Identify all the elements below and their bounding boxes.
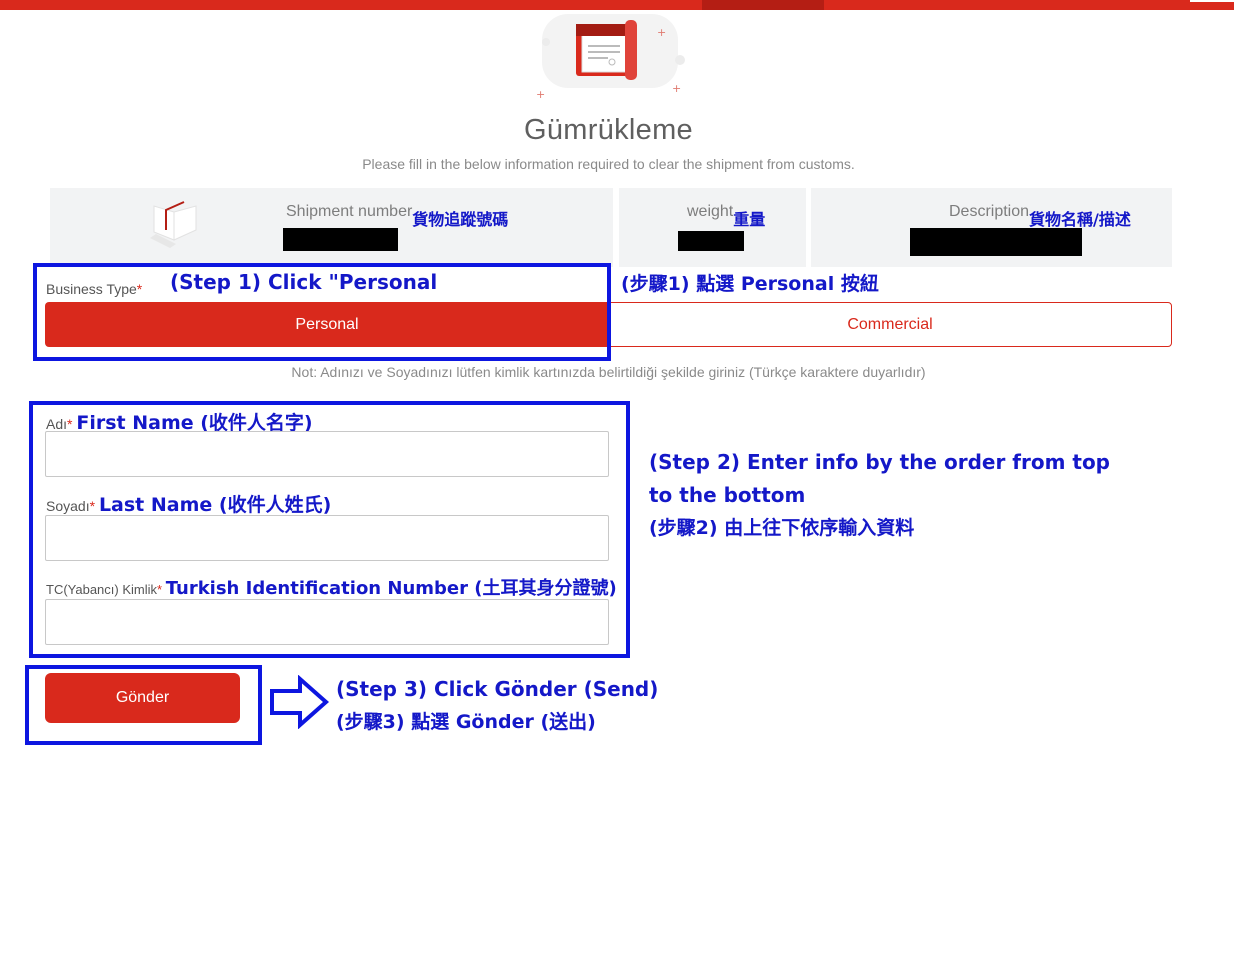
step2-annotation-line1: (Step 2) Enter info by the order from to… <box>649 450 1110 474</box>
commercial-button[interactable]: Commercial <box>608 302 1172 347</box>
step2-annotation-line2: to the bottom <box>649 483 806 507</box>
name-note: Not: Adınızı ve Soyadınızı lütfen kimlik… <box>291 364 926 380</box>
top-bar-tab <box>1190 0 1234 2</box>
shipment-number-card: Shipment number 貨物追蹤號碼 <box>50 188 613 267</box>
customs-document-icon: + + + <box>536 14 685 101</box>
weight-label: weight <box>687 203 734 220</box>
step3-highlight-box <box>25 665 262 745</box>
step2-annotation-zh: (步驟2) 由上往下依序輸入資料 <box>649 517 915 539</box>
weight-card: weight 重量 <box>619 188 806 267</box>
page-subtitle: Please fill in the below information req… <box>362 156 855 172</box>
description-value-redacted <box>910 228 1082 256</box>
svg-text:+: + <box>536 88 545 101</box>
step3-annotation-en: (Step 3) Click Gönder (Send) <box>336 677 659 701</box>
page-title: Gümrükleme <box>524 114 693 146</box>
description-label-row: Description 貨物名稱/描述 <box>949 203 1131 229</box>
weight-value-redacted <box>678 231 744 251</box>
shipment-number-label-row: Shipment number 貨物追蹤號碼 <box>286 203 508 229</box>
step2-highlight-box <box>29 401 630 658</box>
step3-annotation-zh: (步驟3) 點選 Gönder (送出) <box>336 711 596 733</box>
top-bar-active-segment <box>702 0 824 10</box>
shipment-number-annotation: 貨物追蹤號碼 <box>412 210 509 229</box>
shipment-number-label: Shipment number <box>286 203 413 220</box>
step1-annotation-zh: (步驟1) 點選 Personal 按紐 <box>621 273 879 295</box>
description-label: Description <box>949 203 1030 220</box>
weight-label-row: weight 重量 <box>687 203 765 229</box>
step1-annotation-en: (Step 1) Click "Personal <box>170 270 438 294</box>
right-arrow-icon <box>270 675 330 729</box>
description-card: Description 貨物名稱/描述 <box>811 188 1172 267</box>
shipment-number-value-redacted <box>283 228 398 251</box>
package-icon <box>150 201 197 248</box>
svg-text:+: + <box>672 82 681 95</box>
svg-text:+: + <box>657 26 666 39</box>
